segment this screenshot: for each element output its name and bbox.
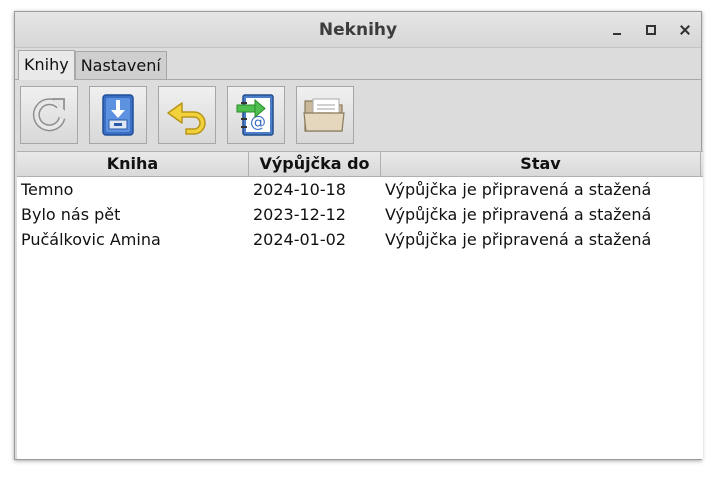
tab-bar: Knihy Nastavení [18, 50, 167, 80]
download-button[interactable] [89, 86, 147, 144]
table-row[interactable]: Pučálkovic Amina 2024-01-02 Výpůjčka je … [17, 227, 703, 252]
refresh-icon [32, 98, 66, 132]
table-row[interactable]: Temno 2024-10-18 Výpůjčka je připravená … [17, 177, 703, 202]
close-button[interactable] [675, 20, 695, 40]
app-window: Neknihy Knihy Nastavení @ Kniha Výpůjčka… [14, 11, 703, 460]
return-icon [167, 102, 206, 135]
cell-book: Temno [21, 180, 74, 199]
column-header-stav[interactable]: Stav [381, 152, 701, 176]
maximize-icon [646, 25, 656, 35]
table-row[interactable]: Bylo nás pět 2023-12-12 Výpůjčka je přip… [17, 202, 703, 227]
cell-due-date: 2024-10-18 [253, 180, 346, 199]
cell-status: Výpůjčka je připravená a stažená [385, 205, 652, 224]
folder-icon [303, 98, 345, 132]
close-icon [680, 25, 690, 35]
cell-due-date: 2024-01-02 [253, 230, 346, 249]
cell-status: Výpůjčka je připravená a stažená [385, 230, 652, 249]
cell-book: Bylo nás pět [21, 205, 121, 224]
toolbar: @ [20, 86, 365, 144]
refresh-button[interactable] [20, 86, 78, 144]
loans-table: Kniha Výpůjčka do Stav Temno 2024-10-18 … [17, 151, 703, 459]
table-header: Kniha Výpůjčka do Stav [17, 152, 703, 177]
import-notebook-icon: @ [236, 94, 274, 136]
maximize-button[interactable] [641, 20, 661, 40]
column-header-vypujcka-do[interactable]: Výpůjčka do [249, 152, 381, 176]
window-title: Neknihy [318, 20, 398, 40]
folder-button[interactable] [296, 86, 354, 144]
import-notebook-button[interactable]: @ [227, 86, 285, 144]
cell-status: Výpůjčka je připravená a stažená [385, 180, 652, 199]
tab-nastaveni[interactable]: Nastavení [74, 51, 167, 79]
return-button[interactable] [158, 86, 216, 144]
column-header-kniha[interactable]: Kniha [17, 152, 249, 176]
tab-knihy[interactable]: Knihy [18, 50, 75, 80]
minimize-icon [613, 33, 621, 35]
cell-due-date: 2023-12-12 [253, 205, 346, 224]
download-icon [102, 94, 134, 136]
minimize-button[interactable] [607, 20, 627, 40]
title-bar[interactable]: Neknihy [15, 12, 701, 48]
cell-book: Pučálkovic Amina [21, 230, 161, 249]
